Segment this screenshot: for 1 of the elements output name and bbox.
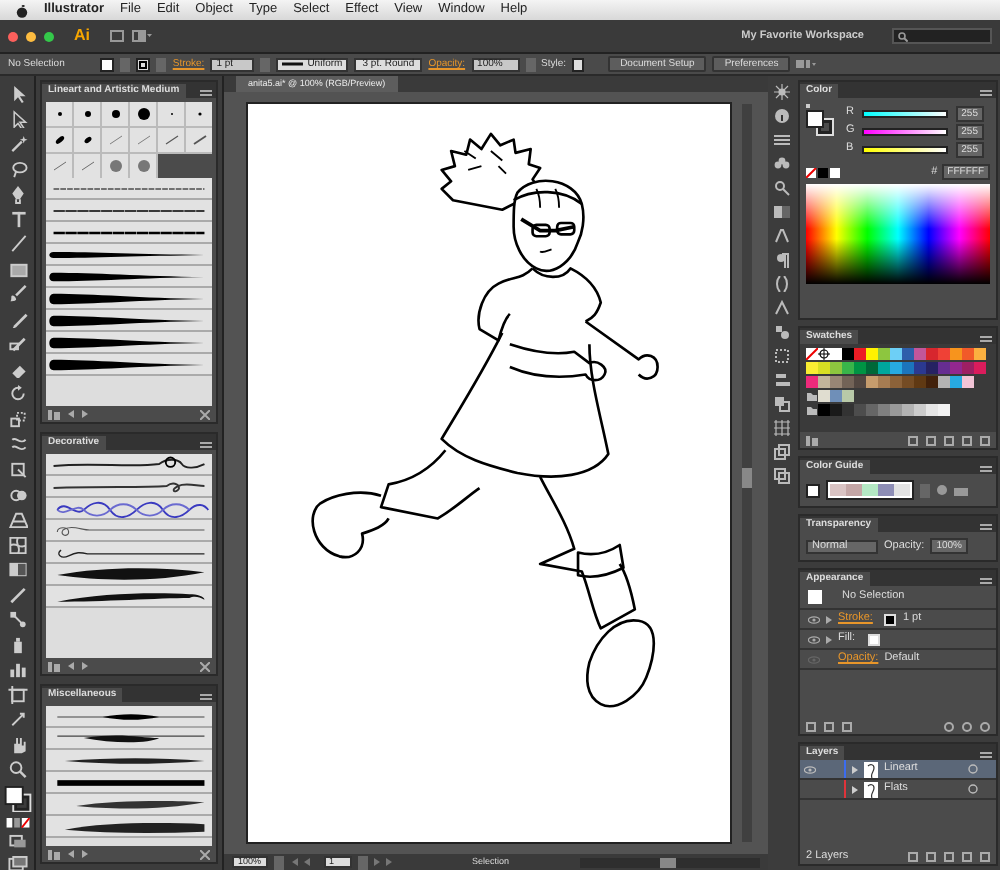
app-logo: Ai [74,26,90,46]
